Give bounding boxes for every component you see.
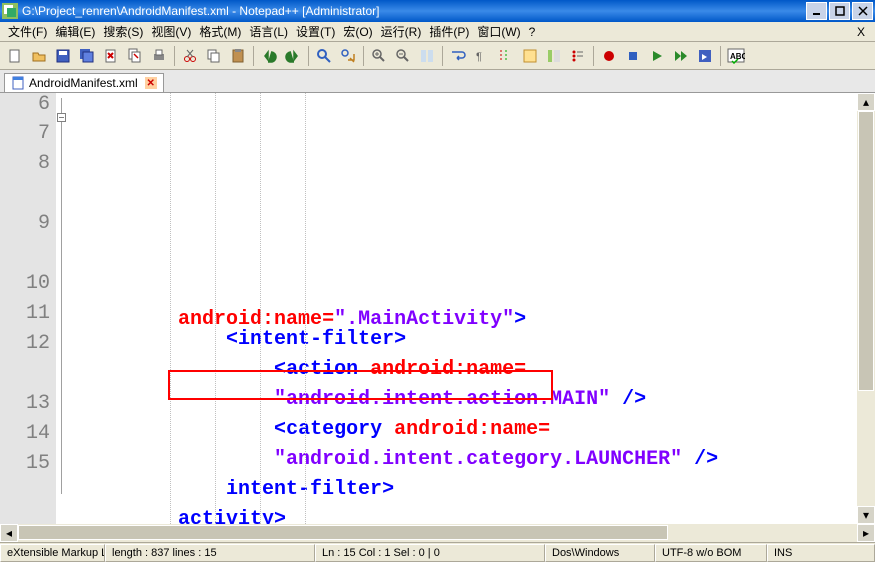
maximize-button[interactable] (829, 2, 850, 20)
menu-edit[interactable]: 编辑(E) (51, 21, 99, 42)
close-file-button[interactable] (100, 45, 122, 67)
hscroll-thumb[interactable] (18, 525, 668, 540)
toolbar: ¶ ABC (0, 42, 875, 70)
doc-map-button[interactable] (543, 45, 565, 67)
paste-button[interactable] (227, 45, 249, 67)
menu-format[interactable]: 格式(M) (195, 21, 245, 42)
menu-plugins[interactable]: 插件(P) (425, 21, 473, 42)
menu-run[interactable]: 运行(R) (377, 21, 426, 42)
spell-check-button[interactable]: ABC (725, 45, 747, 67)
status-length: length : 837 lines : 15 (105, 544, 315, 562)
status-mode: INS (767, 544, 875, 562)
menu-help[interactable]: ? (525, 23, 540, 41)
code-area[interactable]: android:name=".MainActivity"> <intent-fi… (70, 93, 875, 524)
fold-column[interactable] (56, 93, 70, 524)
window-title: G:\Project_renren\AndroidManifest.xml - … (22, 4, 806, 18)
menu-view[interactable]: 视图(V) (147, 21, 195, 42)
app-icon (2, 3, 18, 19)
file-icon (11, 76, 25, 90)
wordwrap-button[interactable] (447, 45, 469, 67)
tab-close-button[interactable]: ✕ (145, 77, 157, 89)
find-button[interactable] (313, 45, 335, 67)
status-position: Ln : 15 Col : 1 Sel : 0 | 0 (315, 544, 545, 562)
print-button[interactable] (148, 45, 170, 67)
zoom-out-button[interactable] (392, 45, 414, 67)
close-all-button[interactable] (124, 45, 146, 67)
func-list-button[interactable] (567, 45, 589, 67)
minimize-button[interactable] (806, 2, 827, 20)
scroll-up-button[interactable]: ▴ (857, 93, 875, 111)
redo-button[interactable] (282, 45, 304, 67)
replace-button[interactable] (337, 45, 359, 67)
tab-label: AndroidManifest.xml (29, 76, 138, 90)
editor: 6789101112131415 android:name=".MainActi… (0, 92, 875, 524)
user-lang-button[interactable] (519, 45, 541, 67)
menu-file[interactable]: 文件(F) (4, 21, 51, 42)
file-tab[interactable]: AndroidManifest.xml ✕ (4, 73, 164, 92)
sync-v-button[interactable] (416, 45, 438, 67)
open-button[interactable] (28, 45, 50, 67)
status-encoding: UTF-8 w/o BOM (655, 544, 767, 562)
status-filetype: eXtensible Markup Lang (0, 544, 105, 562)
zoom-in-button[interactable] (368, 45, 390, 67)
undo-button[interactable] (258, 45, 280, 67)
save-button[interactable] (52, 45, 74, 67)
menu-settings[interactable]: 设置(T) (292, 21, 339, 42)
scroll-right-button[interactable]: ▸ (857, 524, 875, 542)
indent-guide-button[interactable] (495, 45, 517, 67)
menu-x[interactable]: X (857, 25, 871, 39)
tab-bar: AndroidManifest.xml ✕ (0, 70, 875, 92)
status-bar: eXtensible Markup Lang length : 837 line… (0, 542, 875, 562)
menu-window[interactable]: 窗口(W) (473, 21, 524, 42)
record-macro-button[interactable] (598, 45, 620, 67)
highlight-box (168, 370, 553, 400)
cut-button[interactable] (179, 45, 201, 67)
scroll-left-button[interactable]: ◂ (0, 524, 18, 542)
new-button[interactable] (4, 45, 26, 67)
copy-button[interactable] (203, 45, 225, 67)
play-multi-button[interactable] (670, 45, 692, 67)
menu-language[interactable]: 语言(L) (245, 21, 292, 42)
close-button[interactable] (852, 2, 873, 20)
scroll-down-button[interactable]: ▾ (857, 506, 875, 524)
menu-macro[interactable]: 宏(O) (339, 21, 376, 42)
line-gutter: 6789101112131415 (0, 93, 56, 524)
stop-macro-button[interactable] (622, 45, 644, 67)
status-eol: Dos\Windows (545, 544, 655, 562)
horizontal-scrollbar[interactable]: ◂ ▸ (0, 524, 875, 542)
play-macro-button[interactable] (646, 45, 668, 67)
save-macro-button[interactable] (694, 45, 716, 67)
menu-bar: 文件(F) 编辑(E) 搜索(S) 视图(V) 格式(M) 语言(L) 设置(T… (0, 22, 875, 42)
scroll-thumb[interactable] (858, 111, 874, 391)
title-bar: G:\Project_renren\AndroidManifest.xml - … (0, 0, 875, 22)
svg-text:¶: ¶ (476, 51, 482, 63)
fold-toggle[interactable] (57, 113, 66, 122)
show-all-chars-button[interactable]: ¶ (471, 45, 493, 67)
vertical-scrollbar[interactable]: ▴ ▾ (857, 93, 875, 524)
menu-search[interactable]: 搜索(S) (99, 21, 147, 42)
save-all-button[interactable] (76, 45, 98, 67)
